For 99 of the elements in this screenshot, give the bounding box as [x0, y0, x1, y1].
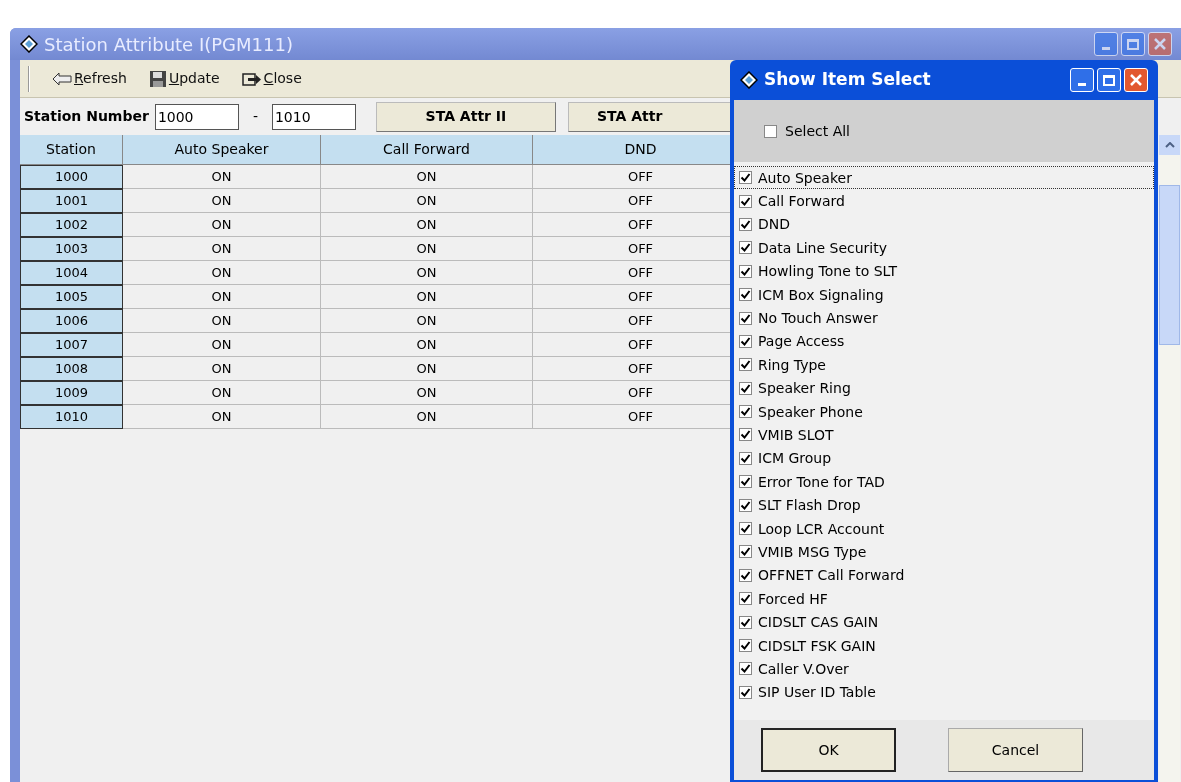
row-header: 1001	[20, 189, 123, 213]
table-cell: ON	[321, 261, 533, 285]
checklist-item[interactable]: SLT Flash Drop	[734, 493, 1154, 517]
range-separator: -	[251, 107, 259, 126]
checkbox[interactable]	[739, 545, 752, 559]
checkbox[interactable]	[739, 311, 752, 325]
table-cell: ON	[123, 165, 321, 189]
table-cell: ON	[321, 237, 533, 261]
input-field[interactable]: 1000	[154, 103, 239, 130]
checkbox[interactable]	[739, 592, 752, 606]
checkbox[interactable]	[764, 124, 777, 138]
row-header: 1010	[20, 405, 123, 429]
table-cell: ON	[321, 381, 533, 405]
checkbox[interactable]	[739, 522, 752, 536]
checkbox[interactable]	[739, 194, 752, 208]
dialog-title: Show Item Select	[764, 68, 931, 92]
table-cell: ON	[123, 381, 321, 405]
input-field[interactable]: 1010	[271, 103, 356, 130]
table-cell: ON	[321, 189, 533, 213]
checkbox[interactable]	[739, 264, 752, 278]
toolbar-button[interactable]: Update	[148, 68, 220, 89]
window-title: Station Attribute I(PGM111)	[44, 32, 293, 57]
checkbox[interactable]	[739, 241, 752, 255]
checkbox-label: Select All	[785, 121, 850, 141]
checklist-item[interactable]: Forced HF	[734, 587, 1154, 611]
checkbox[interactable]	[739, 217, 752, 231]
table-cell: ON	[123, 405, 321, 429]
checklist-item[interactable]: CIDSLT FSK GAIN	[734, 633, 1154, 658]
row-header: 1007	[20, 333, 123, 357]
toolbar-button[interactable]: Close	[241, 68, 302, 89]
table-cell: ON	[321, 309, 533, 333]
maximize-button[interactable]	[1097, 68, 1121, 92]
checkbox[interactable]	[739, 358, 752, 372]
diamond-icon	[740, 71, 758, 89]
close-button[interactable]	[1124, 68, 1148, 92]
dialog-button[interactable]: Cancel	[948, 728, 1083, 772]
table-cell: ON	[123, 309, 321, 333]
checkbox[interactable]	[739, 662, 752, 676]
table-cell: ON	[321, 357, 533, 381]
checkbox[interactable]	[739, 685, 752, 699]
checkbox[interactable]	[739, 428, 752, 442]
checklist-item[interactable]: Error Tone for TAD	[734, 470, 1154, 494]
checklist-item[interactable]: Loop LCR Account	[734, 516, 1154, 541]
checklist-item[interactable]: Caller V.Over	[734, 657, 1154, 681]
checklist-item[interactable]: OFFNET Call Forward	[734, 563, 1154, 588]
checkbox[interactable]	[739, 381, 752, 395]
checkbox[interactable]	[739, 405, 752, 419]
row-header: 1000	[20, 165, 123, 189]
checkbox[interactable]	[739, 334, 752, 348]
table-cell: ON	[123, 285, 321, 309]
checkbox[interactable]	[739, 288, 752, 302]
table-cell: ON	[321, 285, 533, 309]
checkbox[interactable]	[739, 171, 752, 185]
checklist-item[interactable]: SIP User ID Table	[734, 680, 1154, 704]
scrollbar-thumb[interactable]	[1159, 185, 1180, 345]
table-cell: ON	[321, 405, 533, 429]
checklist-item[interactable]: ICM Group	[734, 446, 1154, 471]
scrollbar[interactable]	[1159, 135, 1180, 782]
row-header: 1006	[20, 309, 123, 333]
checkbox[interactable]	[739, 615, 752, 629]
table-cell: ON	[123, 213, 321, 237]
close-icon	[1130, 74, 1142, 86]
table-cell: ON	[321, 333, 533, 357]
left-arrow-icon	[52, 71, 72, 86]
checkbox[interactable]	[739, 498, 752, 512]
field-label: Station Number	[24, 107, 149, 126]
checkbox[interactable]	[739, 639, 752, 652]
table-cell: ON	[123, 357, 321, 381]
column-header: Call Forward	[321, 135, 533, 165]
table-cell: ON	[123, 189, 321, 213]
toolbar-button[interactable]: Refresh	[52, 68, 127, 89]
checkbox[interactable]	[739, 451, 752, 465]
table-cell: ON	[123, 261, 321, 285]
table-cell: ON	[123, 333, 321, 357]
checklist-item[interactable]: VMIB MSG Type	[734, 540, 1154, 564]
row-header: 1005	[20, 285, 123, 309]
attr-button[interactable]: STA Attr II	[375, 101, 556, 132]
table-cell: ON	[321, 213, 533, 237]
minimize-button[interactable]	[1094, 32, 1118, 56]
minimize-button[interactable]	[1070, 68, 1094, 92]
row-header: 1002	[20, 213, 123, 237]
maximize-button[interactable]	[1121, 32, 1145, 56]
up-caret-icon	[1164, 142, 1175, 148]
row-header: 1004	[20, 261, 123, 285]
column-header: Station	[20, 135, 123, 165]
diamond-icon	[20, 35, 38, 53]
row-header: 1008	[20, 357, 123, 381]
checklist-item[interactable]: CIDSLT CAS GAIN	[734, 610, 1154, 634]
exit-arrow-icon	[241, 70, 262, 87]
checkbox[interactable]	[739, 475, 752, 489]
close-icon	[1154, 38, 1166, 50]
row-header: 1009	[20, 381, 123, 405]
checkbox[interactable]	[739, 568, 752, 582]
row-header: 1003	[20, 237, 123, 261]
table-cell: ON	[321, 165, 533, 189]
table-cell: ON	[123, 237, 321, 261]
close-button[interactable]	[1148, 32, 1172, 56]
dialog-button[interactable]: OK	[761, 728, 896, 772]
column-header: Auto Speaker	[123, 135, 321, 165]
